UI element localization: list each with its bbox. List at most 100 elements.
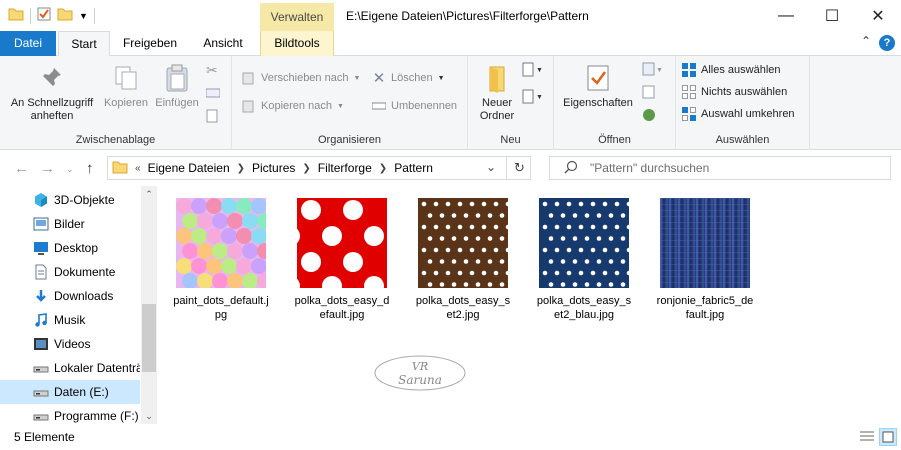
file-item[interactable]: polka_dots_easy_default.jpg [289,198,395,322]
chevron-down-icon[interactable]: ▼ [79,11,88,21]
tab-view[interactable]: Ansicht [190,31,256,56]
search-input[interactable]: "Pattern" durchsuchen [549,156,891,180]
properties-icon [582,62,614,94]
properties-icon[interactable] [37,7,51,24]
chevron-up-icon[interactable]: ⌃ [861,34,871,48]
new-folder-icon[interactable] [57,7,73,24]
sidebar-item-label: Desktop [54,241,99,255]
recent-dropdown-icon[interactable]: ⌄ [66,164,74,175]
sidebar-item-label: 3D-Objekte [54,193,115,207]
dropdown-icon: ▼ [353,74,361,82]
paste-button[interactable]: Einfügen [152,62,202,110]
address-dropdown-icon[interactable]: ⌄ [486,160,496,174]
pin-icon [36,62,68,94]
edit-icon[interactable] [642,85,666,102]
select-none-icon [682,85,696,99]
svg-text:▼: ▼ [536,94,543,101]
breadcrumb-item[interactable]: Filterforge [314,161,376,175]
rename-button[interactable]: Umbenennen [372,96,457,116]
address-bar[interactable]: « Eigene Dateien ❯ Pictures ❯ Filterforg… [107,156,531,180]
forward-arrow-icon[interactable]: → [40,160,55,177]
svg-text:VR: VR [412,360,428,373]
tab-picture-tools[interactable]: Bildtools [260,31,334,56]
breadcrumb-item[interactable]: Pictures [248,161,299,175]
scroll-up-icon[interactable]: ⌃ [141,186,157,202]
delete-button[interactable]: ✕ Löschen ▼ [372,68,445,88]
svg-text:Saruna: Saruna [398,373,442,387]
tab-share[interactable]: Freigeben [116,31,184,56]
copy-to-button[interactable]: Kopieren nach ▼ [242,96,344,116]
title-bar: ▼ Verwalten E:\Eigene Dateien\Pictures\F… [0,0,901,31]
file-thumbnail [176,198,266,288]
new-item-icon[interactable]: ▼ [522,62,546,81]
file-item[interactable]: polka_dots_easy_set2_blau.jpg [531,198,637,322]
sidebar-item[interactable]: Downloads [0,284,140,308]
breadcrumb-chevron-icon[interactable]: ❯ [376,163,390,174]
breadcrumb-item[interactable]: Pattern [390,161,437,175]
paste-icon [161,62,193,94]
select-none-button[interactable]: Nichts auswählen [682,82,787,102]
sidebar-item[interactable]: Desktop [0,236,140,260]
history-icon[interactable] [642,108,666,125]
tab-start[interactable]: Start [58,31,110,57]
folder-icon [8,7,24,24]
invert-selection-button[interactable]: Auswahl umkehren [682,104,795,124]
minimize-icon: — [778,6,794,24]
up-arrow-icon[interactable]: ↑ [86,160,94,177]
desktop-icon [33,240,49,256]
file-item[interactable]: paint_dots_default.jpg [168,198,274,322]
minimize-button[interactable]: — [763,0,809,31]
help-icon[interactable]: ? [879,35,895,51]
sidebar-item-label: Daten (E:) [54,385,109,399]
copy-button[interactable]: Kopieren [100,62,152,110]
properties-label: Eigenschaften [563,97,633,109]
sidebar-item[interactable]: Daten (E:) [0,380,140,404]
file-item[interactable]: polka_dots_easy_set2.jpg [410,198,516,322]
scroll-down-icon[interactable]: ⌄ [141,408,157,424]
move-to-button[interactable]: Verschieben nach ▼ [242,68,360,88]
open-icon[interactable]: ▼ [642,62,666,79]
context-tab-manage[interactable]: Verwalten [260,3,334,31]
divider [506,157,507,179]
overflow-chevron-icon[interactable]: « [132,163,144,174]
close-button[interactable]: ✕ [855,0,901,31]
pin-quick-access-button[interactable]: An Schnellzugriff anheften [4,62,100,123]
sidebar-scrollbar[interactable]: ⌃ ⌄ [141,186,157,424]
new-small-tools: ▼ ▼ [522,62,546,108]
clipboard-small-tools: ✂ [205,62,222,126]
svg-text:▼: ▼ [656,67,663,74]
large-icons-view-icon[interactable] [879,428,897,446]
new-folder-button[interactable]: Neuer Ordner [472,62,522,123]
maximize-button[interactable]: ☐ [809,0,855,31]
file-item[interactable]: ronjonie_fabric5_default.jpg [652,198,758,322]
select-all-button[interactable]: Alles auswählen [682,60,781,80]
3d-objects-icon [33,192,49,208]
rename-label: Umbenennen [391,100,458,112]
sidebar-item-label: Musik [54,313,86,327]
cut-icon[interactable]: ✂ [206,62,222,79]
sidebar-item[interactable]: Musik [0,308,140,332]
back-arrow-icon[interactable]: ← [14,160,29,177]
easy-access-icon[interactable]: ▼ [522,89,546,108]
paste-shortcut-icon[interactable] [206,109,222,126]
group-new: Neuer Ordner ▼ ▼ Neu [468,56,554,150]
details-view-icon[interactable] [858,428,876,446]
tab-file[interactable]: Datei [0,31,56,56]
sidebar-item[interactable]: Videos [0,332,140,356]
file-thumbnail [660,198,750,288]
sidebar-item[interactable]: Dokumente [0,260,140,284]
sidebar-item-label: Bilder [54,217,85,231]
breadcrumb-item[interactable]: Eigene Dateien [144,161,234,175]
properties-button[interactable]: Eigenschaften [558,62,638,110]
search-placeholder: "Pattern" durchsuchen [590,161,710,175]
refresh-icon[interactable]: ↻ [514,160,525,176]
sidebar-item[interactable]: Lokaler Datenträger (C:) [0,356,140,380]
sidebar-item[interactable]: Bilder [0,212,140,236]
copy-path-icon[interactable] [205,87,222,101]
breadcrumb-chevron-icon[interactable]: ❯ [234,163,248,174]
group-clipboard: An Schnellzugriff anheften Kopieren Einf… [0,56,232,150]
scroll-thumb[interactable] [142,304,156,372]
breadcrumb-chevron-icon[interactable]: ❯ [299,163,313,174]
sidebar-item-label: Programme (F:) [54,409,139,423]
sidebar-item[interactable]: 3D-Objekte [0,188,140,212]
